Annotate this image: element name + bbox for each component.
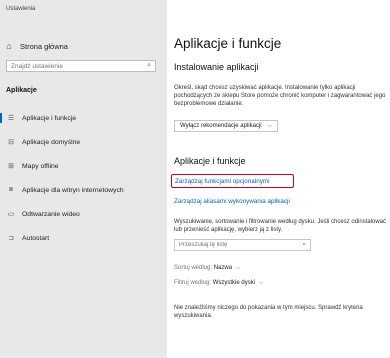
list-icon: ☰ [7,115,15,122]
sidebar-section-label: Aplikacje [6,87,37,94]
sidebar-item-apps-features[interactable]: ☰ Aplikacje i funkcje [0,112,167,124]
default-apps-icon: ⊟ [8,139,14,146]
apps-list-search-input[interactable] [179,242,303,248]
apps-list-description: Wyszukiwanie, sortowanie i filtrowanie w… [174,219,387,233]
page-title: Aplikacje i funkcje [174,36,282,51]
sort-by-dropdown[interactable]: Sortuj według: Nazwa ⌵ [174,265,240,272]
sidebar-item-label: Mapy offline [22,162,59,170]
sidebar-item-offline-maps[interactable]: ⊞ Mapy offline [0,160,167,172]
install-apps-heading: Instalowanie aplikacji [174,62,259,72]
web-apps-icon: ⧈ [8,186,14,193]
sidebar-item-label: Odtwarzanie wideo [22,210,80,218]
search-icon[interactable]: ⌕ [147,62,151,70]
settings-search-input[interactable] [11,62,148,70]
sidebar: Ustawienia ⌂ Strona główna ⌕ Aplikacje ☰… [0,0,167,358]
sidebar-item-label: Aplikacje dla witryn internetowych [22,186,124,194]
chevron-down-icon: ⌵ [258,280,264,286]
home-label: Strona główna [20,41,68,51]
manage-optional-features-link[interactable]: Zarządzaj funkcjami opcjonalnymi [171,174,294,188]
filter-by-dropdown[interactable]: Filtruj według: Wszystkie dyski ⌵ [174,280,263,287]
sidebar-item-web-apps[interactable]: ⧈ Aplikacje dla witryn internetowych [0,184,167,196]
chevron-down-icon: ⌵ [267,122,272,129]
filter-label: Filtruj według: [174,280,212,286]
search-icon[interactable]: ⌕ [302,241,306,249]
apps-features-heading: Aplikacje i funkcje [174,156,246,166]
sort-label: Sortuj według: [174,265,213,271]
map-icon: ⊞ [8,163,14,170]
main-content: Aplikacje i funkcje Instalowanie aplikac… [167,0,390,358]
sidebar-item-label: Aplikacje domyślne [22,138,81,146]
startup-icon: ⊐ [8,235,14,242]
sidebar-item-default-apps[interactable]: ⊟ Aplikacje domyślne [0,136,167,148]
sidebar-nav: ☰ Aplikacje i funkcje ⊟ Aplikacje domyśl… [0,112,167,256]
install-source-value: Wyłącz rekomendacje aplikacji [180,123,262,129]
video-icon: ▭ [7,211,15,218]
settings-search-box[interactable]: ⌕ [6,60,156,72]
sort-value: Nazwa [213,265,233,271]
filter-value: Wszystkie dyski [212,280,256,286]
install-source-dropdown[interactable]: Wyłącz rekomendacje aplikacji ⌵ [174,120,278,132]
sidebar-item-video-playback[interactable]: ▭ Odtwarzanie wideo [0,208,167,220]
install-apps-description: Określ, skąd chcesz uzyskiwać aplikacje.… [174,85,386,107]
sidebar-item-label: Autostart [22,234,50,242]
sidebar-item-label: Aplikacje i funkcje [22,114,77,122]
apps-list-search-box[interactable]: ⌕ [174,239,311,251]
window-title: Ustawienia [6,6,36,12]
manage-app-aliases-link[interactable]: Zarządzaj aliasami wykonywania aplikacji [174,198,290,205]
sidebar-home-link[interactable]: ⌂ Strona główna [4,40,68,52]
empty-results-message: Nie znaleźliśmy niczego do pokazania w t… [174,305,363,319]
sidebar-item-startup[interactable]: ⊐ Autostart [0,232,167,244]
chevron-down-icon: ⌵ [235,265,241,271]
home-icon: ⌂ [6,41,12,51]
